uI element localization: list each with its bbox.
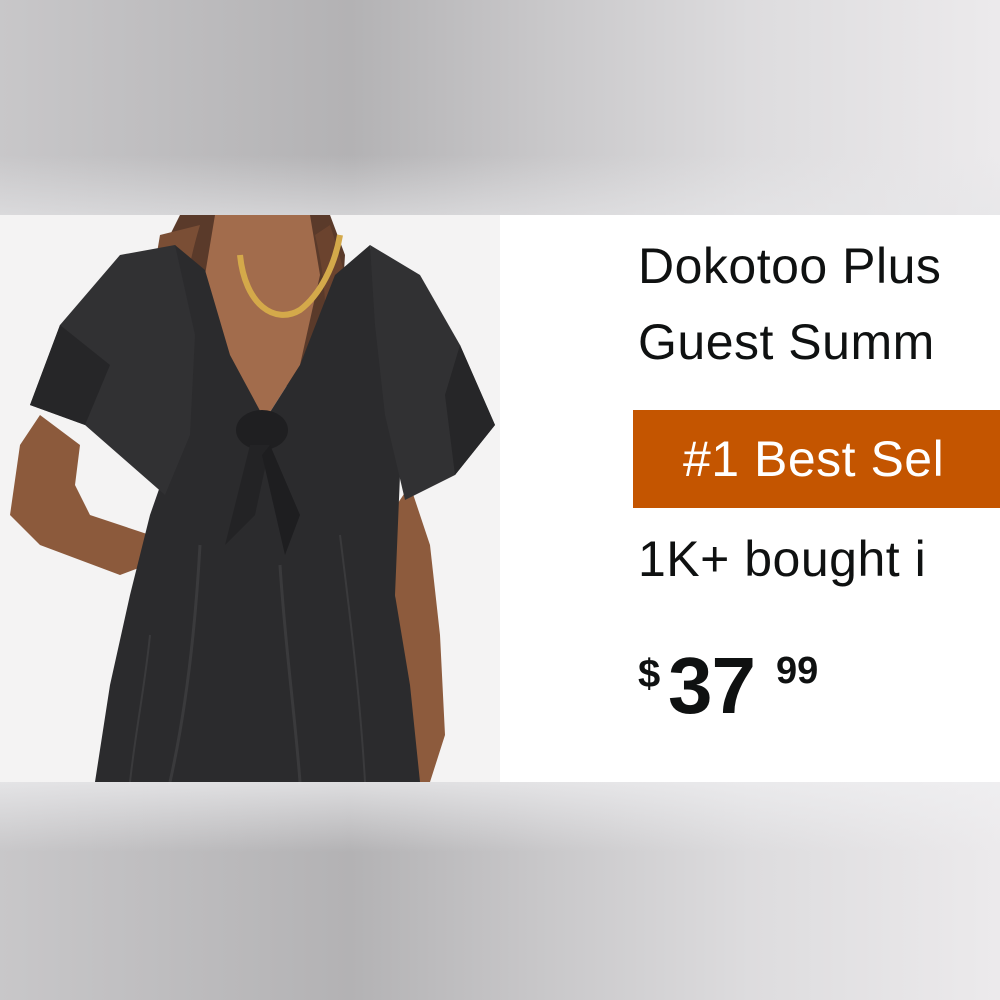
price-currency-symbol: $ [638,652,661,696]
product-card[interactable]: Dokotoo Plus Guest Summ #1 Best Sel 1K+ … [0,215,1000,782]
product-title-line-1[interactable]: Dokotoo Plus [638,237,941,295]
price-fraction: 99 [776,650,819,692]
dress-photo [0,215,500,782]
product-image[interactable] [0,215,500,782]
product-title-line-2[interactable]: Guest Summ [638,313,935,371]
price-whole: 37 [668,641,756,730]
best-seller-badge[interactable]: #1 Best Sel [633,410,1000,508]
blurred-background-bottom [0,782,1000,1000]
blurred-background-top [0,0,1000,215]
bought-count: 1K+ bought i [638,531,927,587]
best-seller-badge-label: #1 Best Sel [683,431,945,487]
product-details: Dokotoo Plus Guest Summ #1 Best Sel 1K+ … [633,215,1000,782]
screenshot-canvas: Dokotoo Plus Guest Summ #1 Best Sel 1K+ … [0,0,1000,1000]
